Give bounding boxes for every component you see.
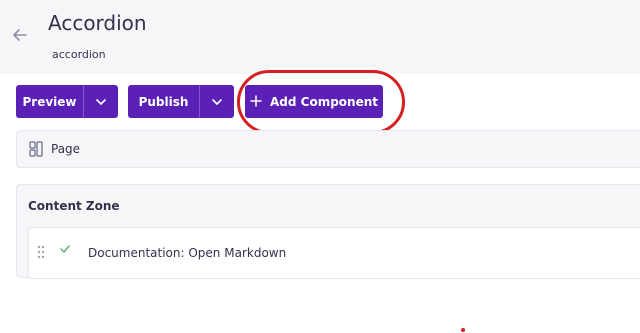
- preview-button-group: Preview: [16, 85, 118, 118]
- preview-button[interactable]: Preview: [16, 85, 83, 118]
- page-title: Accordion: [48, 11, 147, 35]
- chevron-down-icon: [96, 98, 106, 105]
- content-zone: Content Zone Documentation: Open Markdow…: [16, 184, 640, 279]
- page-header: Accordion accordion: [0, 0, 640, 74]
- chevron-down-icon: [212, 98, 222, 105]
- publish-dropdown-button[interactable]: [199, 85, 234, 118]
- publish-button[interactable]: Publish: [128, 85, 199, 118]
- page-layout-icon: [29, 141, 43, 157]
- annotation-dot: [461, 328, 465, 332]
- page-row[interactable]: Page: [16, 130, 640, 168]
- publish-button-group: Publish: [128, 85, 234, 118]
- list-item[interactable]: Documentation: Open Markdown: [28, 227, 640, 279]
- check-icon: [60, 242, 70, 256]
- arrow-left-icon[interactable]: [10, 26, 30, 46]
- page-row-label: Page: [51, 142, 81, 156]
- list-item-label: Documentation: Open Markdown: [88, 246, 287, 260]
- preview-dropdown-button[interactable]: [83, 85, 118, 118]
- content-zone-title: Content Zone: [28, 199, 120, 213]
- page-subtitle: accordion: [52, 48, 106, 61]
- annotation-circle: [237, 70, 405, 134]
- drag-handle-icon[interactable]: [37, 245, 45, 259]
